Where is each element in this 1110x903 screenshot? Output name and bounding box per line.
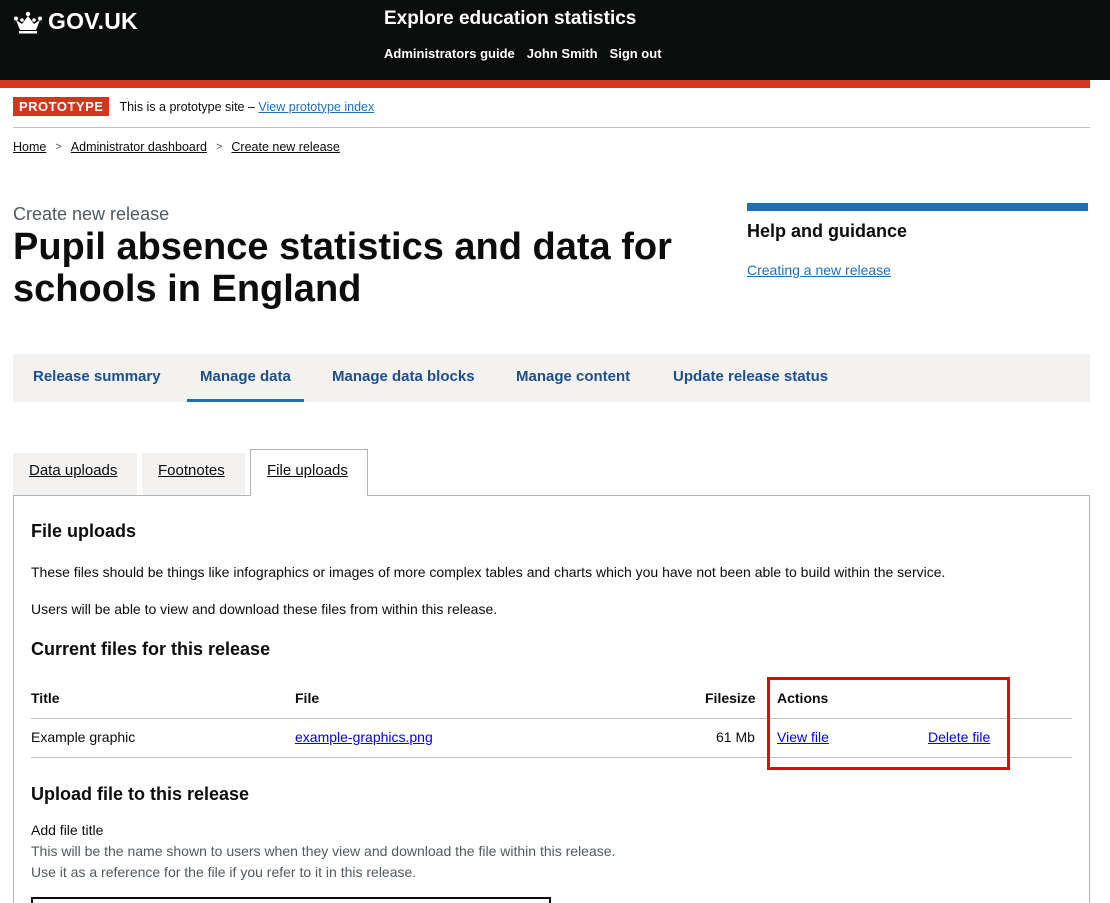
govuk-logo-text: GOV.UK: [48, 8, 138, 34]
file-title-label: Add file title: [31, 822, 104, 838]
header-accent-bar: [0, 80, 1090, 88]
tab-data-uploads[interactable]: Data uploads: [13, 453, 137, 495]
help-title: Help and guidance: [747, 221, 908, 241]
section-description: These files should be things like infogr…: [31, 564, 946, 580]
nav-manage-content[interactable]: Manage content: [516, 354, 630, 402]
phase-tag: PROTOTYPE: [13, 97, 110, 116]
actions-highlight-box: [767, 677, 1010, 770]
tab-footnotes[interactable]: Footnotes: [142, 453, 245, 495]
col-header-file: File: [295, 690, 320, 706]
header-nav-admin-guide[interactable]: Administrators guide: [384, 46, 515, 61]
file-title-input[interactable]: [31, 897, 551, 903]
file-title-hint: This will be the name shown to users whe…: [31, 843, 616, 859]
phase-banner: PROTOTYPE This is a prototype site – Vie…: [13, 97, 374, 116]
nav-manage-data[interactable]: Manage data: [187, 354, 304, 402]
phase-message: This is a prototype site –: [119, 99, 259, 114]
govuk-logo-link[interactable]: GOV.UK: [13, 8, 138, 35]
chevron-right-icon: >: [215, 141, 223, 153]
upload-heading: Upload file to this release: [31, 784, 250, 804]
chevron-right-icon: >: [55, 141, 62, 153]
page-caption: Create new release: [13, 204, 170, 224]
help-link-creating-release[interactable]: Creating a new release: [747, 262, 1088, 278]
header-nav: Administrators guide John Smith Sign out: [384, 46, 662, 61]
col-header-title: Title: [31, 690, 60, 706]
header-nav-user[interactable]: John Smith: [527, 46, 598, 61]
tab-file-uploads[interactable]: File uploads: [250, 449, 368, 496]
breadcrumb-home[interactable]: Home: [13, 140, 46, 154]
service-name-link[interactable]: Explore education statistics: [384, 8, 636, 30]
site-header: GOV.UK Explore education statistics Admi…: [0, 0, 1110, 80]
current-files-heading: Current files for this release: [31, 639, 271, 659]
cell-filesize: 61 Mb: [716, 729, 755, 745]
section-note: Users will be able to view and download …: [31, 601, 498, 617]
crown-icon: [14, 11, 42, 33]
page-title: Pupil absence statistics and data for sc…: [13, 226, 672, 310]
file-link[interactable]: example-graphics.png: [295, 729, 433, 745]
nav-update-release-status[interactable]: Update release status: [673, 354, 828, 402]
breadcrumb-create-release[interactable]: Create new release: [231, 140, 339, 154]
section-heading: File uploads: [31, 521, 137, 541]
cell-title: Example graphic: [31, 729, 136, 745]
nav-release-summary[interactable]: Release summary: [33, 354, 161, 402]
file-title-hint-reference: Use it as a reference for the file if yo…: [31, 864, 417, 880]
phase-text: This is a prototype site – View prototyp…: [119, 100, 374, 114]
prototype-index-link[interactable]: View prototype index: [258, 100, 374, 114]
col-header-filesize: Filesize: [705, 690, 756, 706]
breadcrumb: Home > Administrator dashboard > Create …: [13, 140, 340, 154]
release-nav: Release summary Manage data Manage data …: [13, 354, 1090, 402]
help-and-guidance: Help and guidance Creating a new release: [747, 203, 1088, 278]
breadcrumb-admin-dashboard[interactable]: Administrator dashboard: [71, 140, 207, 154]
header-nav-sign-out[interactable]: Sign out: [610, 46, 662, 61]
nav-manage-data-blocks[interactable]: Manage data blocks: [332, 354, 475, 402]
phase-divider: [13, 127, 1090, 128]
